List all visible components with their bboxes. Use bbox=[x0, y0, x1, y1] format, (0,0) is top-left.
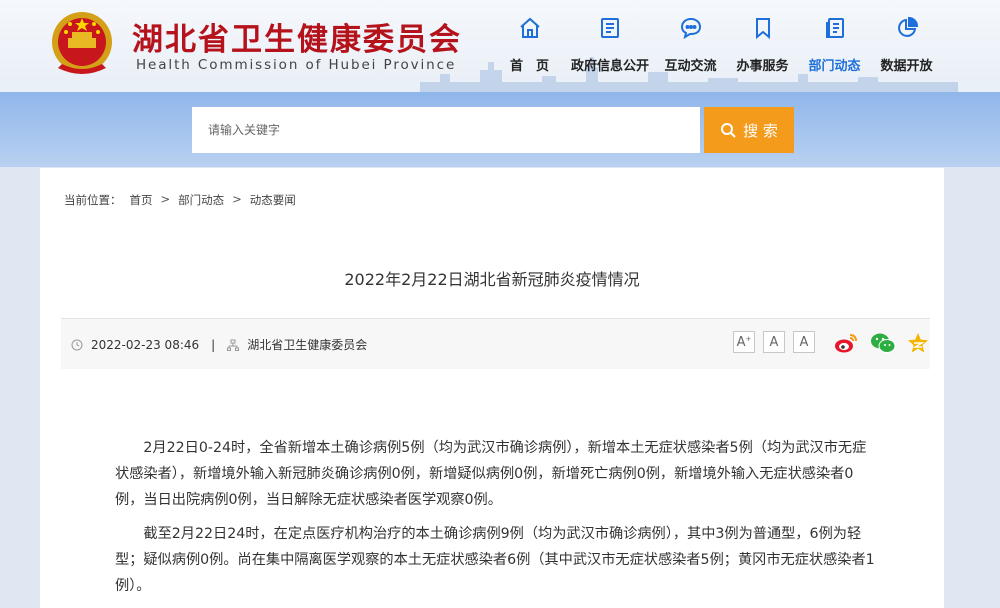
article-paragraph: 2月22日0-24时，全省新增本土确诊病例5例（均为武汉市确诊病例），新增本土无… bbox=[115, 440, 867, 508]
nav-item-services[interactable]: 办事服务 bbox=[730, 14, 795, 74]
nav-item-dept-news[interactable]: 部门动态 bbox=[802, 14, 867, 74]
news-icon bbox=[825, 18, 844, 38]
nav-label-interaction: 互动交流 bbox=[664, 59, 717, 74]
search-icon bbox=[721, 123, 736, 138]
article-body: 2月22日0-24时，全省新增本土确诊病例5例（均为武汉市确诊病例），新增本土无… bbox=[115, 435, 875, 607]
meta-divider: | bbox=[211, 337, 216, 352]
nav-item-gov-info[interactable]: 政府信息公开 bbox=[569, 14, 651, 74]
site-header: 湖北省卫生健康委员会 Health Commission of Hubei Pr… bbox=[0, 0, 1000, 92]
nav-item-open-data[interactable]: 数据开放 bbox=[874, 14, 939, 74]
qzone-share-icon[interactable] bbox=[907, 332, 929, 354]
article-meta-bar: 2022-02-23 08:46 | 湖北省卫生健康委员会 A + A A bbox=[61, 318, 930, 369]
organization-icon bbox=[227, 339, 240, 351]
breadcrumb-separator: > bbox=[160, 192, 171, 206]
site-title: 湖北省卫生健康委员会 bbox=[132, 22, 462, 58]
clock-icon bbox=[71, 339, 83, 350]
search-button[interactable]: 搜 索 bbox=[704, 107, 794, 153]
content-card: 当前位置： 首页 > 部门动态 > 动态要闻 2022年2月22日湖北省新冠肺炎… bbox=[40, 168, 944, 608]
breadcrumb-home[interactable]: 首页 bbox=[130, 192, 153, 208]
bookmark-icon bbox=[755, 18, 770, 40]
nav-label-gov-info: 政府信息公开 bbox=[570, 59, 649, 74]
document-icon bbox=[601, 18, 619, 38]
search-button-label: 搜 索 bbox=[743, 121, 778, 140]
article-paragraph: 截至2月22日24时，在定点医疗机构治疗的本土确诊病例9例（均为武汉市确诊病例）… bbox=[115, 526, 875, 594]
breadcrumb-dept-news[interactable]: 部门动态 bbox=[178, 192, 224, 208]
nav-item-interaction[interactable]: 互动交流 bbox=[658, 14, 723, 74]
national-emblem-icon bbox=[52, 12, 112, 74]
publish-date: 2022-02-23 08:46 bbox=[91, 337, 200, 352]
wechat-share-icon[interactable] bbox=[870, 332, 896, 354]
nav-label-services: 办事服务 bbox=[736, 59, 789, 74]
font-size-decrease-button[interactable]: A bbox=[793, 331, 815, 353]
article-title: 2022年2月22日湖北省新冠肺炎疫情情况 bbox=[344, 270, 640, 289]
chat-icon bbox=[680, 17, 701, 40]
nav-item-home[interactable]: 首 页 bbox=[497, 14, 562, 74]
home-icon bbox=[519, 17, 540, 38]
main-nav: 首 页 政府信息公开 互动交流 办事服务 部门动态 数据开放 bbox=[497, 14, 946, 74]
nav-label-open-data: 数据开放 bbox=[880, 59, 933, 74]
nav-label-dept-news: 部门动态 bbox=[808, 59, 861, 74]
site-title-english: Health Commission of Hubei Province bbox=[136, 57, 457, 73]
nav-label-home: 首 页 bbox=[509, 59, 549, 74]
breadcrumb: 当前位置： 首页 > 部门动态 > 动态要闻 bbox=[64, 192, 304, 208]
pie-chart-icon bbox=[897, 16, 918, 37]
weibo-share-icon[interactable] bbox=[834, 332, 858, 354]
search-input[interactable] bbox=[192, 107, 700, 153]
font-size-increase-button[interactable]: A + bbox=[733, 331, 755, 353]
breadcrumb-prefix: 当前位置： bbox=[64, 193, 122, 207]
font-size-default-button[interactable]: A bbox=[763, 331, 785, 353]
breadcrumb-separator: > bbox=[232, 192, 242, 206]
breadcrumb-news[interactable]: 动态要闻 bbox=[250, 192, 296, 208]
article-source: 湖北省卫生健康委员会 bbox=[247, 338, 368, 352]
